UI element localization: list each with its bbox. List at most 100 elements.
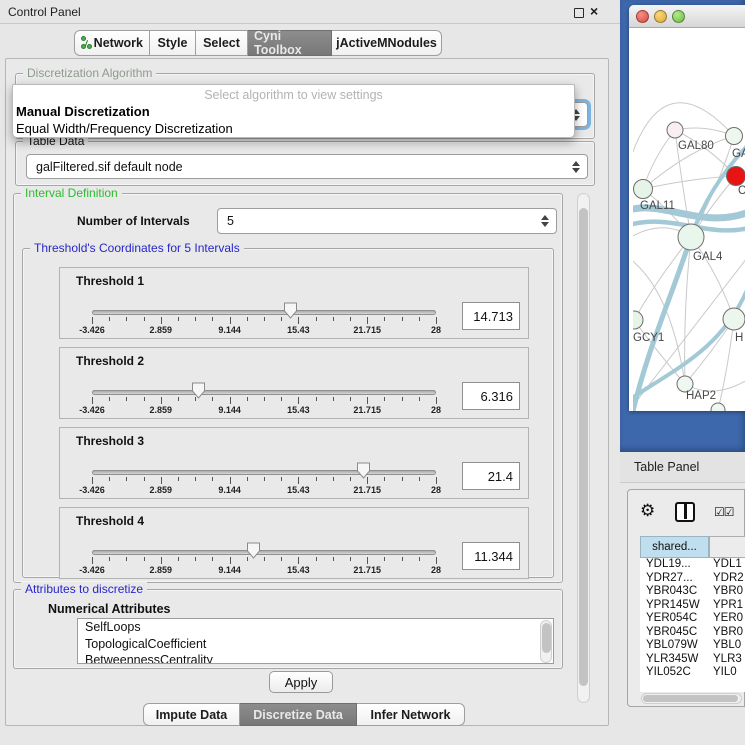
slider-tick bbox=[419, 557, 420, 561]
stepper-arrows-icon bbox=[571, 160, 580, 174]
slider-tick bbox=[402, 557, 403, 561]
numerical-attributes-list[interactable]: SelfLoopsTopologicalCoefficientBetweenne… bbox=[77, 618, 554, 664]
table-row[interactable]: YIL052CYIL0 bbox=[640, 666, 745, 680]
table-row[interactable]: YBR043CYBR0 bbox=[640, 585, 745, 599]
network-node[interactable] bbox=[711, 403, 725, 411]
table-data-combobox[interactable]: galFiltered.sif default node bbox=[26, 154, 588, 179]
tab-jactivemnodules[interactable]: jActiveMNodules bbox=[332, 30, 442, 56]
slider-tick bbox=[230, 317, 231, 324]
table-row[interactable]: YBL079WYBL0 bbox=[640, 639, 745, 653]
network-node-h[interactable] bbox=[723, 308, 745, 330]
slider-tick bbox=[281, 397, 282, 401]
cell-name: YDR2 bbox=[713, 572, 744, 584]
close-traffic-light-icon[interactable] bbox=[636, 10, 649, 23]
minimize-traffic-light-icon[interactable] bbox=[654, 10, 667, 23]
float-window-icon[interactable] bbox=[574, 8, 584, 18]
threshold-value-field[interactable]: 6.316 bbox=[462, 382, 520, 410]
column-header-name[interactable]: na bbox=[709, 536, 745, 558]
table-row[interactable]: YDL19...YDL1 bbox=[640, 558, 745, 572]
tab-discretize-data-label: Discretize Data bbox=[253, 708, 343, 722]
slider-track[interactable] bbox=[92, 310, 436, 315]
select-columns-checkboxes-icon[interactable]: ☑☑ bbox=[714, 505, 734, 519]
list-scrollbar[interactable] bbox=[540, 620, 552, 663]
slider-track[interactable] bbox=[92, 390, 436, 395]
slider-tick bbox=[109, 477, 110, 481]
slider-tick bbox=[436, 397, 437, 404]
network-node-gal11[interactable] bbox=[634, 180, 653, 199]
slider-tick bbox=[384, 317, 385, 321]
tab-impute-data[interactable]: Impute Data bbox=[143, 703, 240, 726]
attribute-list-item[interactable]: TopologicalCoefficient bbox=[78, 636, 553, 653]
slider-track[interactable] bbox=[92, 470, 436, 475]
application-window: Control Panel × Network Style Select Cyn… bbox=[0, 0, 745, 745]
apply-button[interactable]: Apply bbox=[269, 671, 333, 693]
table-row[interactable]: YDR27...YDR2 bbox=[640, 572, 745, 586]
slider-tick bbox=[316, 557, 317, 561]
node-label-gal11: GAL11 bbox=[640, 200, 675, 212]
maximize-traffic-light-icon[interactable] bbox=[672, 10, 685, 23]
network-window: GAL80GACGAL11GAL4GCY1HHAP2 bbox=[629, 5, 745, 411]
threshold-value-field[interactable]: 11.344 bbox=[462, 542, 520, 570]
slider-tick bbox=[247, 397, 248, 401]
slider-tick bbox=[195, 557, 196, 561]
network-icon bbox=[81, 36, 90, 50]
tab-select[interactable]: Select bbox=[196, 30, 248, 56]
slider-tick bbox=[281, 317, 282, 321]
gear-icon[interactable]: ⚙ bbox=[640, 501, 655, 521]
number-of-intervals-combobox[interactable]: 5 bbox=[217, 208, 557, 234]
tab-style[interactable]: Style bbox=[150, 30, 196, 56]
network-node-gal4[interactable] bbox=[678, 224, 704, 250]
network-node-gcy1[interactable] bbox=[633, 311, 643, 329]
popup-option-equal-width-frequency[interactable]: Equal Width/Frequency Discretization bbox=[16, 121, 233, 136]
slider-tick-label: -3.426 bbox=[66, 325, 118, 335]
columns-icon[interactable] bbox=[675, 502, 695, 522]
slider-tick bbox=[161, 477, 162, 484]
slider-tick bbox=[126, 397, 127, 401]
tab-discretize-data[interactable]: Discretize Data bbox=[240, 703, 357, 726]
slider-thumb[interactable] bbox=[191, 382, 206, 399]
slider-tick bbox=[298, 557, 299, 564]
tab-cyni-toolbox[interactable]: Cyni Toolbox bbox=[248, 30, 332, 56]
close-icon[interactable]: × bbox=[590, 3, 598, 19]
content-scrollbar[interactable] bbox=[577, 193, 590, 703]
table-row[interactable]: YLR345WYLR3 bbox=[640, 653, 745, 667]
slider-tick bbox=[92, 477, 93, 484]
tab-network-label: Network bbox=[94, 36, 143, 50]
slider-thumb[interactable] bbox=[246, 542, 261, 559]
attribute-list-item[interactable]: SelfLoops bbox=[78, 619, 553, 636]
tab-infer-network[interactable]: Infer Network bbox=[357, 703, 465, 726]
cell-shared-name: YPR145W bbox=[646, 599, 700, 611]
slider-tick bbox=[402, 477, 403, 481]
network-window-titlebar[interactable] bbox=[629, 5, 745, 28]
slider-tick-label: 15.43 bbox=[272, 325, 324, 335]
tab-network[interactable]: Network bbox=[74, 30, 150, 56]
network-node-ga[interactable] bbox=[726, 128, 743, 145]
slider-track[interactable] bbox=[92, 550, 436, 555]
slider-tick bbox=[195, 317, 196, 321]
table-row[interactable]: YBR045CYBR0 bbox=[640, 626, 745, 640]
threshold-value-field[interactable]: 14.713 bbox=[462, 302, 520, 330]
slider-tick bbox=[92, 397, 93, 404]
popup-option-manual-discretization[interactable]: Manual Discretization bbox=[16, 104, 150, 119]
slider-tick bbox=[126, 557, 127, 561]
slider-tick-label: 9.144 bbox=[204, 485, 256, 495]
table-rows[interactable]: YDL19...YDL1YDR27...YDR2YBR043CYBR0YPR14… bbox=[640, 558, 745, 692]
table-row[interactable]: YPR145WYPR1 bbox=[640, 599, 745, 613]
table-hscrollbar[interactable] bbox=[641, 693, 742, 704]
top-tab-bar: Network Style Select Cyni Toolbox jActiv… bbox=[74, 30, 442, 56]
table-row[interactable]: YER054CYER0 bbox=[640, 612, 745, 626]
network-node-c[interactable] bbox=[727, 167, 745, 186]
network-canvas[interactable]: GAL80GACGAL11GAL4GCY1HHAP2 bbox=[633, 28, 745, 411]
slider-tick bbox=[230, 557, 231, 564]
threshold-value-field[interactable]: 21.4 bbox=[462, 462, 520, 490]
slider-thumb[interactable] bbox=[356, 462, 371, 479]
attributes-group: Attributes to discretize Numerical Attri… bbox=[13, 589, 563, 669]
table-panel-title: Table Panel bbox=[634, 460, 699, 474]
attribute-list-item[interactable]: BetweennessCentrality bbox=[78, 652, 553, 664]
slider-thumb[interactable] bbox=[283, 302, 298, 319]
network-node-gal80[interactable] bbox=[667, 122, 683, 138]
column-header-shared[interactable]: shared... bbox=[640, 536, 709, 558]
cell-shared-name: YDL19... bbox=[646, 558, 691, 570]
node-label-h: H bbox=[735, 332, 743, 344]
slider-tick bbox=[350, 557, 351, 561]
